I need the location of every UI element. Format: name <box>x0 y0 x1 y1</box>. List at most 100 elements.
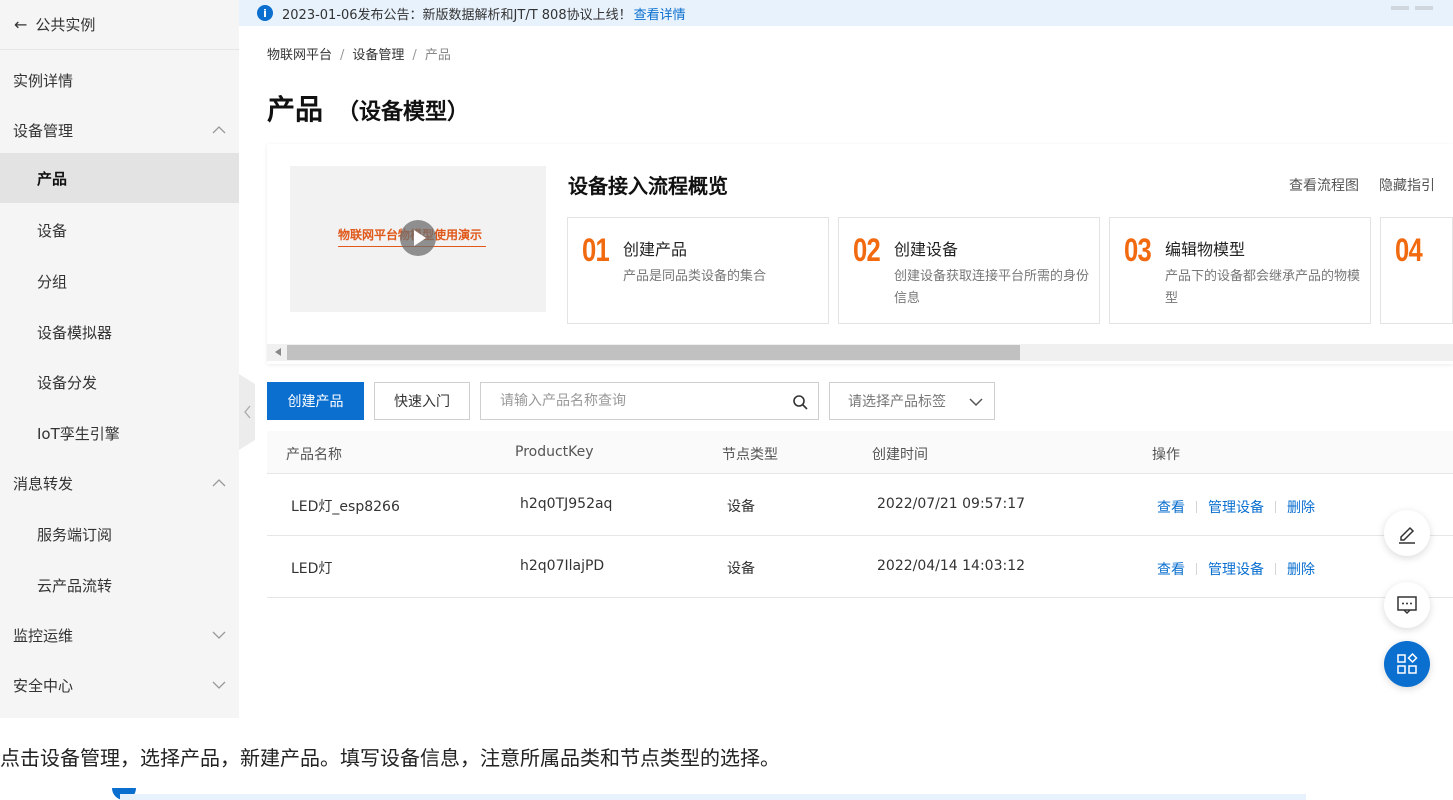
sidebar-item-devices[interactable]: 设备 <box>0 205 239 255</box>
tag-select-placeholder: 请选择产品标签 <box>848 394 946 410</box>
sidebar-item-label: 监控运维 <box>13 626 74 645</box>
hide-guide-link[interactable]: 隐藏指引 <box>1379 175 1435 195</box>
sidebar-group-device-management[interactable]: 设备管理 <box>0 105 239 155</box>
chevron-down-icon <box>212 631 226 639</box>
manage-devices-link[interactable]: 管理设备 <box>1208 559 1264 579</box>
action-separator <box>1196 563 1197 575</box>
sidebar-collapse-handle[interactable] <box>239 374 263 450</box>
sidebar-item-cloud-product-flow[interactable]: 云产品流转 <box>0 560 239 610</box>
sidebar-item-label: 设备分发 <box>37 373 98 392</box>
product-key-cell: h2q0TJ952aq <box>520 496 613 512</box>
breadcrumb: 物联网平台 / 设备管理 / 产品 <box>267 44 451 63</box>
product-name-cell: LED灯_esp8266 <box>291 499 400 515</box>
back-to-instances[interactable]: ← 公共实例 <box>0 0 239 50</box>
chevron-up-icon <box>212 126 226 134</box>
view-link[interactable]: 查看 <box>1157 559 1185 579</box>
sidebar-item-label: 消息转发 <box>13 474 74 493</box>
feedback-float-button[interactable] <box>1384 582 1430 628</box>
created-time-cell: 2022/07/21 09:57:17 <box>877 496 1026 512</box>
edit-float-button[interactable] <box>1384 510 1430 556</box>
sidebar-item-label: 产品 <box>37 169 68 188</box>
sidebar-item-device-distribution[interactable]: 设备分发 <box>0 357 239 407</box>
sidebar-group-message-forwarding[interactable]: 消息转发 <box>0 458 239 508</box>
sidebar: ← 公共实例 实例详情 设备管理 产品 设备 分组 设备模拟器 设备分发 IoT… <box>0 0 239 718</box>
sidebar-item-label: 安全中心 <box>13 676 74 695</box>
guide-horizontal-scrollbar[interactable] <box>267 344 1453 361</box>
product-key-cell: h2q07IlajPD <box>520 558 605 574</box>
breadcrumb-device-management[interactable]: 设备管理 <box>352 48 404 63</box>
sidebar-item-iot-twin-engine[interactable]: IoT孪生引擎 <box>0 408 239 458</box>
play-icon[interactable] <box>400 220 436 256</box>
apps-icon <box>1397 653 1418 674</box>
breadcrumb-current: 产品 <box>424 48 451 63</box>
chevron-up-icon <box>212 479 226 487</box>
table-row: LED灯_esp8266 h2q0TJ952aq 设备 2022/07/21 0… <box>267 474 1453 536</box>
step-number: 03 <box>1124 232 1152 268</box>
guide-step[interactable]: 01 创建产品 产品是同品类设备的集合 <box>567 217 829 324</box>
apps-float-button[interactable] <box>1384 641 1430 687</box>
edit-icon <box>1399 526 1415 544</box>
breadcrumb-iot-platform[interactable]: 物联网平台 <box>267 48 332 63</box>
step-description: 产品下的设备都会继承产品的物模型 <box>1165 269 1361 306</box>
product-tag-select[interactable]: 请选择产品标签 <box>829 382 995 420</box>
minimize-icon[interactable] <box>1391 6 1433 10</box>
info-icon: i <box>257 5 273 21</box>
step-description: 产品是同品类设备的集合 <box>623 269 767 284</box>
sidebar-item-instance-detail[interactable]: 实例详情 <box>0 55 239 105</box>
quick-start-button[interactable]: 快速入门 <box>374 382 470 420</box>
sidebar-item-label: 设备模拟器 <box>37 323 113 342</box>
page-subtitle: （设备模型） <box>337 100 470 125</box>
sidebar-item-server-subscription[interactable]: 服务端订阅 <box>0 509 239 559</box>
sidebar-item-groups[interactable]: 分组 <box>0 256 239 306</box>
scroll-left-icon[interactable] <box>275 348 281 356</box>
sidebar-item-device-simulator[interactable]: 设备模拟器 <box>0 307 239 357</box>
sidebar-item-label: 服务端订阅 <box>37 525 113 544</box>
column-node-type: 节点类型 <box>722 447 778 463</box>
page-title-main: 产品 <box>267 93 324 126</box>
page-title: 产品 （设备模型） <box>267 88 469 128</box>
action-separator <box>1275 563 1276 575</box>
back-label: 公共实例 <box>35 16 96 34</box>
screen: ← 公共实例 实例详情 设备管理 产品 设备 分组 设备模拟器 设备分发 IoT… <box>0 0 1453 800</box>
breadcrumb-separator: / <box>412 48 417 63</box>
product-name-cell: LED灯 <box>291 561 333 577</box>
breadcrumb-separator: / <box>340 48 345 63</box>
product-search-input[interactable] <box>481 383 781 419</box>
guide-step[interactable]: 04 <box>1380 217 1453 324</box>
step-title: 创建设备 <box>894 240 959 259</box>
created-time-cell: 2022/04/14 14:03:12 <box>877 558 1026 574</box>
guide-step[interactable]: 02 创建设备 创建设备获取连接平台所需的身份信息 <box>838 217 1100 324</box>
guide-title: 设备接入流程概览 <box>568 174 728 198</box>
node-type-cell: 设备 <box>727 499 755 515</box>
chevron-down-icon <box>969 398 983 407</box>
action-separator <box>1275 501 1276 513</box>
sidebar-item-label: 分组 <box>37 272 68 291</box>
node-type-cell: 设备 <box>727 561 755 577</box>
manage-devices-link[interactable]: 管理设备 <box>1208 497 1264 517</box>
sidebar-item-label: 实例详情 <box>13 71 74 90</box>
table-header: 产品名称 ProductKey 节点类型 创建时间 操作 <box>267 431 1453 474</box>
view-flowchart-link[interactable]: 查看流程图 <box>1289 175 1359 195</box>
delete-link[interactable]: 删除 <box>1287 497 1315 517</box>
search-icon[interactable] <box>792 394 808 410</box>
sidebar-item-label: 云产品流转 <box>37 576 113 595</box>
view-link[interactable]: 查看 <box>1157 497 1185 517</box>
step-number: 02 <box>853 232 881 268</box>
scrollbar-thumb[interactable] <box>287 345 1020 360</box>
sidebar-group-monitoring[interactable]: 监控运维 <box>0 610 239 660</box>
article-paragraph: 点击设备管理，选择产品，新建产品。填写设备信息，注意所属品类和节点类型的选择。 <box>0 746 780 770</box>
sidebar-item-label: 设备 <box>37 221 68 240</box>
create-product-button[interactable]: 创建产品 <box>267 382 364 420</box>
demo-video[interactable]: 物联网平台物模型使用演示 <box>290 166 546 312</box>
chevron-down-icon <box>212 681 226 689</box>
column-product-name: 产品名称 <box>286 447 342 463</box>
step-description: 创建设备获取连接平台所需的身份信息 <box>894 269 1090 306</box>
sidebar-item-label: 设备管理 <box>13 121 74 140</box>
sidebar-group-security[interactable]: 安全中心 <box>0 660 239 710</box>
announcement-link[interactable]: 查看详情 <box>634 4 686 23</box>
feedback-icon <box>1397 596 1417 615</box>
delete-link[interactable]: 删除 <box>1287 559 1315 579</box>
sidebar-item-products[interactable]: 产品 <box>0 153 239 203</box>
guide-step[interactable]: 03 编辑物模型 产品下的设备都会继承产品的物模型 <box>1109 217 1371 324</box>
column-product-key: ProductKey <box>515 444 594 460</box>
